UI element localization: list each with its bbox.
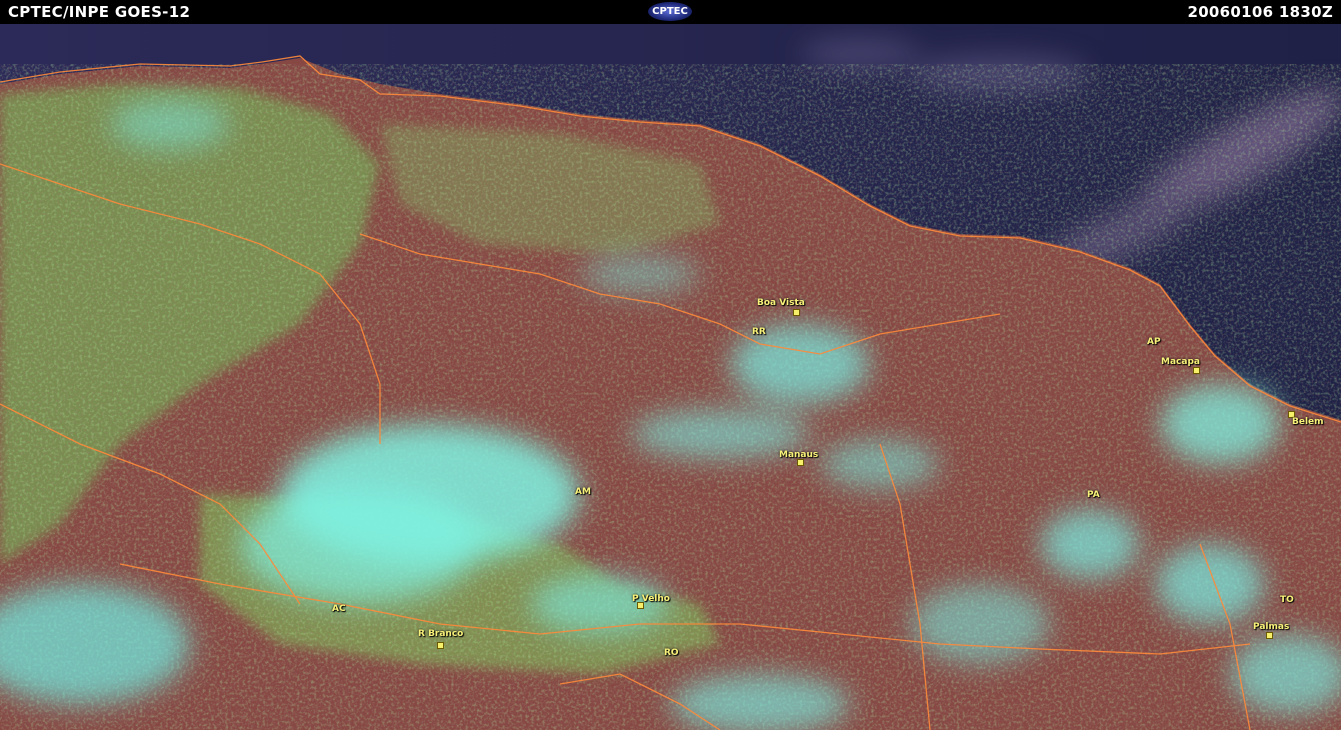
marker-r-branco <box>437 642 444 649</box>
label-belem: Belem <box>1292 417 1324 427</box>
header-bar: CPTEC/INPE GOES-12 CPTEC 20060106 1830Z <box>0 0 1341 24</box>
logo-text: CPTEC <box>652 6 688 17</box>
cptec-logo: CPTEC <box>648 2 692 21</box>
label-rr: RR <box>752 327 766 337</box>
satellite-image <box>0 24 1341 730</box>
label-pa: PA <box>1087 490 1100 500</box>
label-palmas: Palmas <box>1253 622 1290 632</box>
label-p-velho: P Velho <box>632 594 670 604</box>
label-boa-vista: Boa Vista <box>757 298 805 308</box>
label-to: TO <box>1280 595 1294 605</box>
label-ro: RO <box>664 648 679 658</box>
label-r-branco: R Branco <box>418 629 464 639</box>
label-manaus: Manaus <box>779 450 819 460</box>
label-ac: AC <box>332 604 346 614</box>
satellite-map-viewer: CPTEC/INPE GOES-12 CPTEC 20060106 1830Z <box>0 0 1341 730</box>
marker-palmas <box>1266 632 1273 639</box>
marker-boa-vista <box>793 309 800 316</box>
marker-macapa <box>1193 367 1200 374</box>
label-ap: AP <box>1147 337 1161 347</box>
image-timestamp: 20060106 1830Z <box>1187 3 1333 21</box>
label-macapa: Macapa <box>1161 357 1200 367</box>
product-title: CPTEC/INPE GOES-12 <box>8 3 191 21</box>
label-am: AM <box>575 487 591 497</box>
